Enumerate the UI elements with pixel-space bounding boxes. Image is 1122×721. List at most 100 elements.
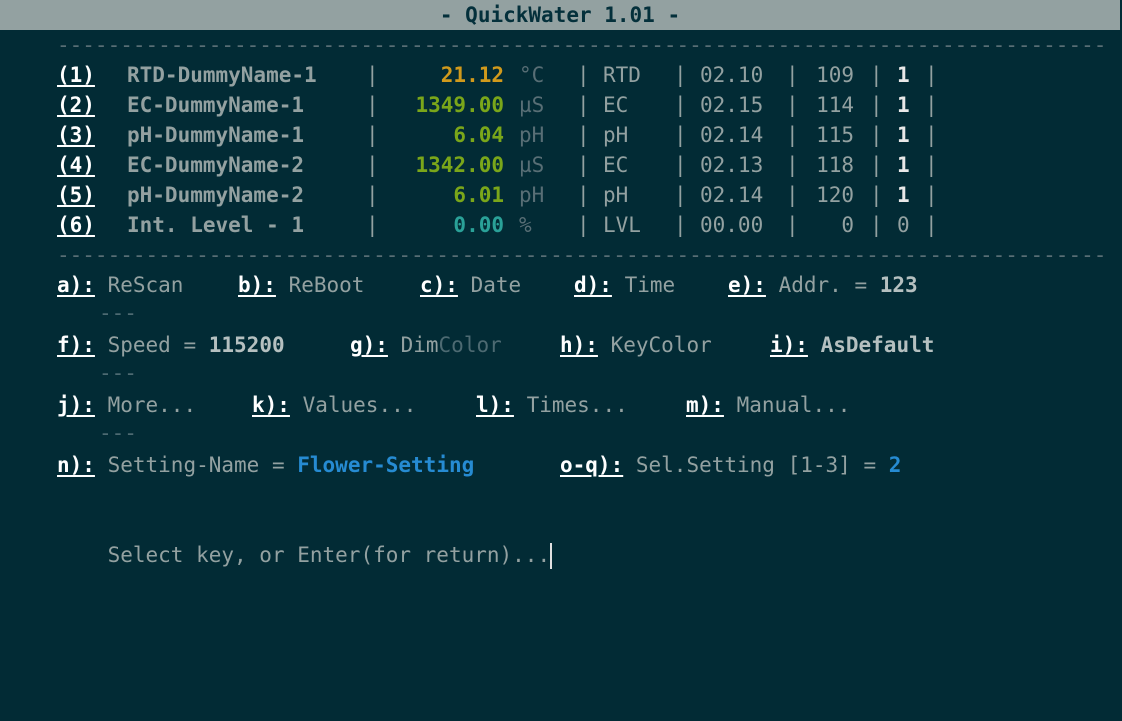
key-i[interactable]: i): [770,333,808,357]
column-separator: | [366,153,379,177]
sensor-value: 0.00 [453,213,504,237]
sensor-key[interactable]: (2) [57,90,95,120]
menu-item-more[interactable]: j): More... [57,390,196,420]
menu-row-4: n): Setting-Name = Flower-Setting o-q): … [57,450,1057,480]
setting-name-label: Setting-Name = [107,453,298,477]
column-separator: | [870,213,883,237]
menu-item-rescan[interactable]: a): ReScan [57,270,183,300]
sensor-unit: °C [519,63,545,87]
sensor-name: pH-DummyName-1 [127,123,305,147]
addr-value: 123 [879,273,918,297]
menu-item-date[interactable]: c): Date [420,270,521,300]
times-label: Times... [526,393,628,417]
key-c[interactable]: c): [420,273,458,297]
sensor-address: 114 [816,93,854,117]
menu-item-values[interactable]: k): Values... [252,390,416,420]
sensor-address: 118 [816,153,854,177]
key-a[interactable]: a): [57,273,95,297]
menu-item-times[interactable]: l): Times... [476,390,628,420]
key-l[interactable]: l): [476,393,514,417]
keycolor-label: KeyColor [610,333,712,357]
sensor-row[interactable]: (2) EC-DummyName-1 | 1349.00 µS | EC | 02.15 | 114… [57,90,957,120]
menu-item-time[interactable]: d): Time [574,270,675,300]
sensor-key[interactable]: (1) [57,60,95,90]
column-separator: | [674,183,687,207]
key-b[interactable]: b): [238,273,276,297]
column-separator: | [577,213,590,237]
top-rule: ----------------------------------------… [57,33,1107,57]
column-separator: | [674,153,687,177]
sensor-name: Int. Level - 1 [127,213,305,237]
column-separator: | [925,183,938,207]
column-separator: | [366,183,379,207]
menu-divider-3: --- [99,421,137,445]
sensor-name: EC-DummyName-1 [127,93,305,117]
column-separator: | [786,123,799,147]
key-f[interactable]: f): [57,333,95,357]
key-o-q[interactable]: o-q): [560,453,623,477]
sensor-name: EC-DummyName-2 [127,153,305,177]
sensor-key[interactable]: (5) [57,180,95,210]
key-k[interactable]: k): [252,393,290,417]
key-j[interactable]: j): [57,393,95,417]
bottom-rule: ----------------------------------------… [57,243,1107,267]
menu-item-setting-name[interactable]: n): Setting-Name = Flower-Setting [57,450,474,480]
key-m[interactable]: m): [686,393,724,417]
date-label: Date [470,273,522,297]
asdefault-label: AsDefault [820,333,935,357]
column-separator: | [870,123,883,147]
sensor-name: pH-DummyName-2 [127,183,305,207]
key-n[interactable]: n): [57,453,95,477]
values-label: Values... [302,393,417,417]
window-title: - QuickWater 1.01 - [0,0,1120,30]
sel-setting-label: Sel.Setting [1-3] = [635,453,889,477]
sensor-row[interactable]: (6) Int. Level - 1 | 0.00% | LVL | 00.00 | 0 | 0 | [57,210,957,240]
text-cursor [550,543,553,569]
sensor-key[interactable]: (3) [57,120,95,150]
column-separator: | [366,93,379,117]
menu-item-reboot[interactable]: b): ReBoot [238,270,364,300]
key-e[interactable]: e): [728,273,766,297]
sensor-flag: 0 [897,213,910,237]
setting-name-value: Flower-Setting [297,453,475,477]
sensor-unit: pH [519,183,545,207]
menu-item-manual[interactable]: m): Manual... [686,390,850,420]
sensor-version: 02.15 [700,93,764,117]
sensor-row[interactable]: (5) pH-DummyName-2 | 6.01 pH | pH | 02.14 | 120 | 1 | [57,180,957,210]
sensor-unit: pH [519,123,545,147]
key-d[interactable]: d): [574,273,612,297]
sensor-version: 02.10 [700,63,764,87]
column-separator: | [925,63,938,87]
column-separator: | [577,153,590,177]
key-h[interactable]: h): [560,333,598,357]
menu-item-keycolor[interactable]: h): KeyColor [560,330,712,360]
menu-item-dimcolor[interactable]: g): DimColor [350,330,502,360]
menu-item-addr[interactable]: e): Addr. = 123 [728,270,918,300]
key-g[interactable]: g): [350,333,388,357]
sensor-type: LVL [603,213,641,237]
sensor-row[interactable]: (3) pH-DummyName-1 | 6.04 pH | pH | 02.14 | 115 | 1 | [57,120,957,150]
sel-setting-value: 2 [888,453,902,477]
sensor-type: EC [603,153,629,177]
column-separator: | [786,63,799,87]
dimcolor-label-a: Dim [400,333,439,357]
sensor-type: pH [603,123,629,147]
sensor-name: RTD-DummyName-1 [127,63,317,87]
sensor-key[interactable]: (6) [57,210,95,240]
sensor-value: 21.12 [440,63,504,87]
sensor-key[interactable]: (4) [57,150,95,180]
menu-item-asdefault[interactable]: i): AsDefault [770,330,934,360]
menu-item-sel-setting[interactable]: o-q): Sel.Setting [1-3] = 2 [560,450,901,480]
sensor-value: 6.04 [453,123,504,147]
sensor-address: 120 [816,183,854,207]
sensor-address: 109 [816,63,854,87]
sensor-row[interactable]: (4) EC-DummyName-2 | 1342.00 µS | EC | 02.13 | 118… [57,150,957,180]
command-prompt[interactable]: Select key, or Enter(for return)... [57,510,553,569]
sensor-flag: 1 [897,63,910,87]
speed-value: 115200 [208,333,285,357]
sensor-row[interactable]: (1) RTD-DummyName-1 | 21.12 °C | RTD | 02.10 | 109… [57,60,957,90]
sensor-flag: 1 [897,183,910,207]
column-separator: | [674,213,687,237]
column-separator: | [674,93,687,117]
menu-item-speed[interactable]: f): Speed = 115200 [57,330,285,360]
